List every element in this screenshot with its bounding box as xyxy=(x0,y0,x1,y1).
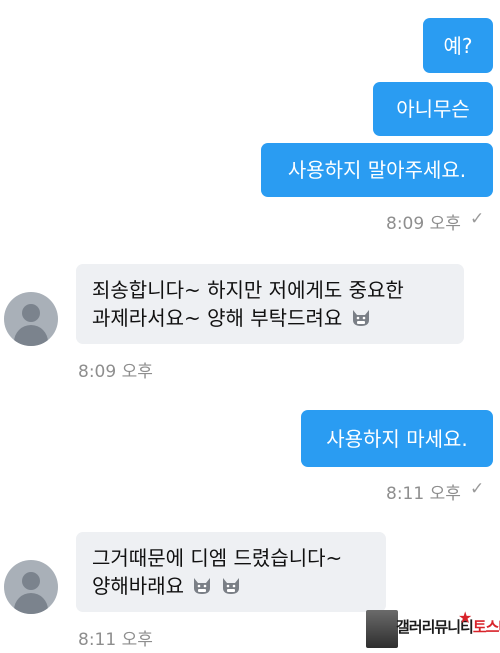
outgoing-message[interactable]: 아니무슨 xyxy=(373,82,493,136)
chat-thread: 예? 아니무슨 사용하지 말아주세요. 8:09 오후 ✓ 죄송합니다~ 하지만… xyxy=(0,0,500,653)
incoming-message[interactable]: 그거때문에 디엠 드렸습니다~ 양해바래요 xyxy=(76,532,386,612)
avatar-body-shape xyxy=(14,593,48,614)
message-text: 예? xyxy=(443,33,473,58)
outgoing-message[interactable]: 사용하지 마세요. xyxy=(301,410,493,467)
message-text: 양해바래요 xyxy=(92,574,184,598)
message-text-line: 과제라서요~ 양해 부탁드려요 xyxy=(92,304,450,332)
grinning-cat-face-icon xyxy=(194,578,211,594)
star-icon: ★ xyxy=(458,608,473,627)
avatar-body-shape xyxy=(14,325,48,346)
grinning-cat-face-icon xyxy=(222,578,239,594)
message-text-line: 그거때문에 디엠 드렸습니다~ xyxy=(92,546,343,570)
message-text: 사용하지 말아주세요. xyxy=(287,158,467,182)
read-check-icon: ✓ xyxy=(470,209,485,229)
message-text: 사용하지 마세요. xyxy=(326,426,468,451)
outgoing-message[interactable]: 사용하지 말아주세요. xyxy=(261,143,493,197)
watermark-portrait-icon xyxy=(366,610,398,648)
message-text: 아니무슨 xyxy=(396,97,470,121)
avatar[interactable] xyxy=(4,560,58,614)
message-timestamp: 8:11 오후 xyxy=(78,630,153,650)
message-text-line: 죄송합니다~ 하지만 저에게도 중요한 xyxy=(92,278,404,302)
watermark-brand-text: 갤러리뮤니티토스타 xyxy=(396,616,500,637)
message-timestamp: 8:11 오후 xyxy=(386,484,461,504)
message-text-line: 양해바래요 xyxy=(92,572,372,600)
site-watermark: 갤러리뮤니티토스타 ★ xyxy=(366,608,500,648)
avatar-head-shape xyxy=(22,572,40,590)
read-check-icon: ✓ xyxy=(470,479,485,499)
grinning-cat-face-icon xyxy=(352,310,369,326)
message-text: 과제라서요~ 양해 부탁드려요 xyxy=(92,306,343,330)
outgoing-message[interactable]: 예? xyxy=(423,18,493,73)
avatar-head-shape xyxy=(22,304,40,322)
avatar[interactable] xyxy=(4,292,58,346)
watermark-brand-red: 토스타 xyxy=(472,618,500,636)
message-timestamp: 8:09 오후 xyxy=(78,362,153,382)
incoming-message[interactable]: 죄송합니다~ 하지만 저에게도 중요한 과제라서요~ 양해 부탁드려요 xyxy=(76,264,464,344)
message-timestamp: 8:09 오후 xyxy=(386,214,461,234)
